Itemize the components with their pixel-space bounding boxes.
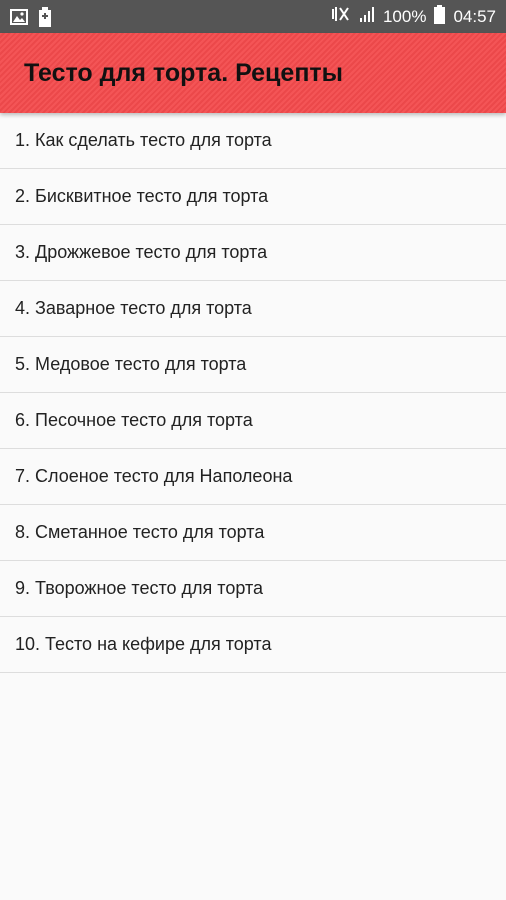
vibrate-icon	[331, 5, 351, 28]
battery-saver-icon	[38, 7, 52, 32]
list-item[interactable]: 1. Как сделать тесто для торта	[0, 113, 506, 169]
image-icon	[10, 9, 28, 30]
app-bar: Тесто для торта. Рецепты	[0, 33, 506, 113]
list-item[interactable]: 6. Песочное тесто для торта	[0, 393, 506, 449]
status-right: 100% 04:57	[331, 0, 496, 33]
status-left-icons	[10, 7, 52, 32]
list-item[interactable]: 10. Тесто на кефире для торта	[0, 617, 506, 673]
list-item[interactable]: 2. Бисквитное тесто для торта	[0, 169, 506, 225]
list-item[interactable]: 4. Заварное тесто для торта	[0, 281, 506, 337]
list-item[interactable]: 9. Творожное тесто для торта	[0, 561, 506, 617]
recipe-list: 1. Как сделать тесто для торта 2. Бискви…	[0, 113, 506, 673]
list-item[interactable]: 7. Слоеное тесто для Наполеона	[0, 449, 506, 505]
list-item[interactable]: 5. Медовое тесто для торта	[0, 337, 506, 393]
page-title: Тесто для торта. Рецепты	[24, 59, 344, 87]
signal-icon	[359, 5, 375, 28]
status-bar: 100% 04:57	[0, 0, 506, 33]
battery-text: 100%	[382, 6, 427, 26]
clock: 04:57	[453, 6, 496, 26]
list-item[interactable]: 3. Дрожжевое тесто для торта	[0, 225, 506, 281]
list-item[interactable]: 8. Сметанное тесто для торта	[0, 505, 506, 561]
battery-icon	[434, 4, 446, 29]
